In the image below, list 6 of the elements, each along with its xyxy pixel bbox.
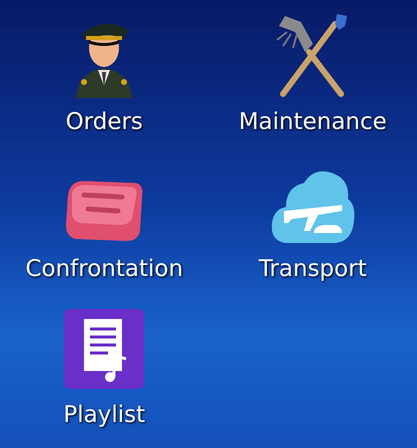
app-label[interactable]: Transport — [258, 254, 367, 283]
app-label[interactable]: Confrontation — [25, 254, 184, 283]
app-label[interactable]: Maintenance — [238, 108, 387, 136]
app-label[interactable]: Orders — [66, 108, 143, 136]
app-label[interactable]: Playlist — [63, 401, 146, 430]
playlist-icon — [62, 307, 146, 392]
